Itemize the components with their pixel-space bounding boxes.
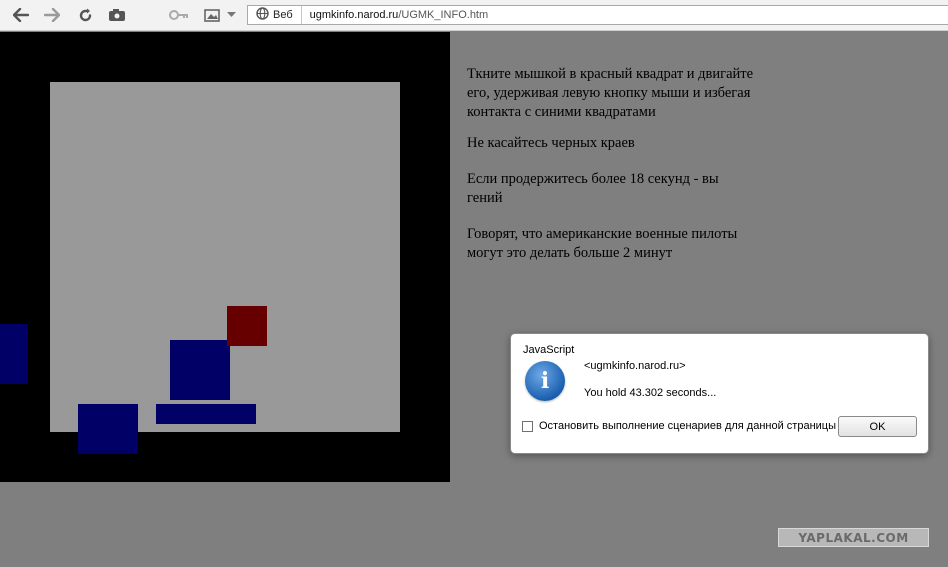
dialog-message: You hold 43.302 seconds... bbox=[584, 387, 717, 399]
instruction-4: Говорят, что американские военные пилоты… bbox=[467, 226, 738, 261]
instruction-3: Если продержитесь более 18 секунд - вы г… bbox=[467, 171, 719, 206]
blue-bar bbox=[156, 404, 256, 424]
key-icon[interactable] bbox=[168, 4, 190, 26]
browser-toolbar: Веб ugmkinfo.narod.ru/UGMK_INFO.htm bbox=[0, 0, 948, 31]
web-label: Веб bbox=[273, 9, 293, 21]
url-host: ugmkinfo.narod.ru bbox=[309, 9, 399, 21]
reload-icon[interactable] bbox=[74, 4, 96, 26]
stop-scripts-checkbox-row[interactable]: Остановить выполнение сценариев для данн… bbox=[522, 420, 836, 432]
stop-scripts-checkbox[interactable] bbox=[522, 420, 533, 432]
instructions: Ткните мышкой в красный квадрат и двигай… bbox=[467, 65, 757, 275]
javascript-alert-dialog: JavaScript i <ugmkinfo.narod.ru> You hol… bbox=[510, 333, 929, 454]
watermark: YAPLAKAL.COM bbox=[778, 528, 929, 547]
game-border bbox=[0, 32, 450, 482]
blue-square-center bbox=[170, 340, 230, 400]
info-icon: i bbox=[525, 361, 565, 401]
instruction-2: Не касайтесь черных краев bbox=[467, 135, 635, 151]
stop-scripts-label: Остановить выполнение сценариев для данн… bbox=[539, 420, 836, 432]
ok-button[interactable]: OK bbox=[838, 416, 917, 437]
web-search-toggle[interactable]: Веб bbox=[248, 6, 302, 24]
globe-icon bbox=[256, 7, 269, 23]
dialog-host: <ugmkinfo.narod.ru> bbox=[584, 360, 686, 372]
url-path: /UGMK_INFO.htm bbox=[398, 9, 489, 21]
blue-square-bottom bbox=[78, 404, 138, 454]
image-icon[interactable] bbox=[201, 4, 223, 26]
blue-square-left bbox=[0, 324, 28, 384]
instruction-1: Ткните мышкой в красный квадрат и двигай… bbox=[467, 66, 754, 120]
address-bar[interactable]: Веб ugmkinfo.narod.ru/UGMK_INFO.htm bbox=[247, 5, 948, 25]
chevron-down-icon[interactable] bbox=[225, 4, 237, 26]
camera-icon[interactable] bbox=[106, 4, 128, 26]
forward-arrow-icon[interactable] bbox=[41, 4, 63, 26]
dialog-title: JavaScript bbox=[523, 344, 575, 356]
red-square-player[interactable] bbox=[227, 306, 267, 346]
url-text[interactable]: ugmkinfo.narod.ru/UGMK_INFO.htm bbox=[302, 9, 489, 21]
back-arrow-icon[interactable] bbox=[10, 4, 32, 26]
